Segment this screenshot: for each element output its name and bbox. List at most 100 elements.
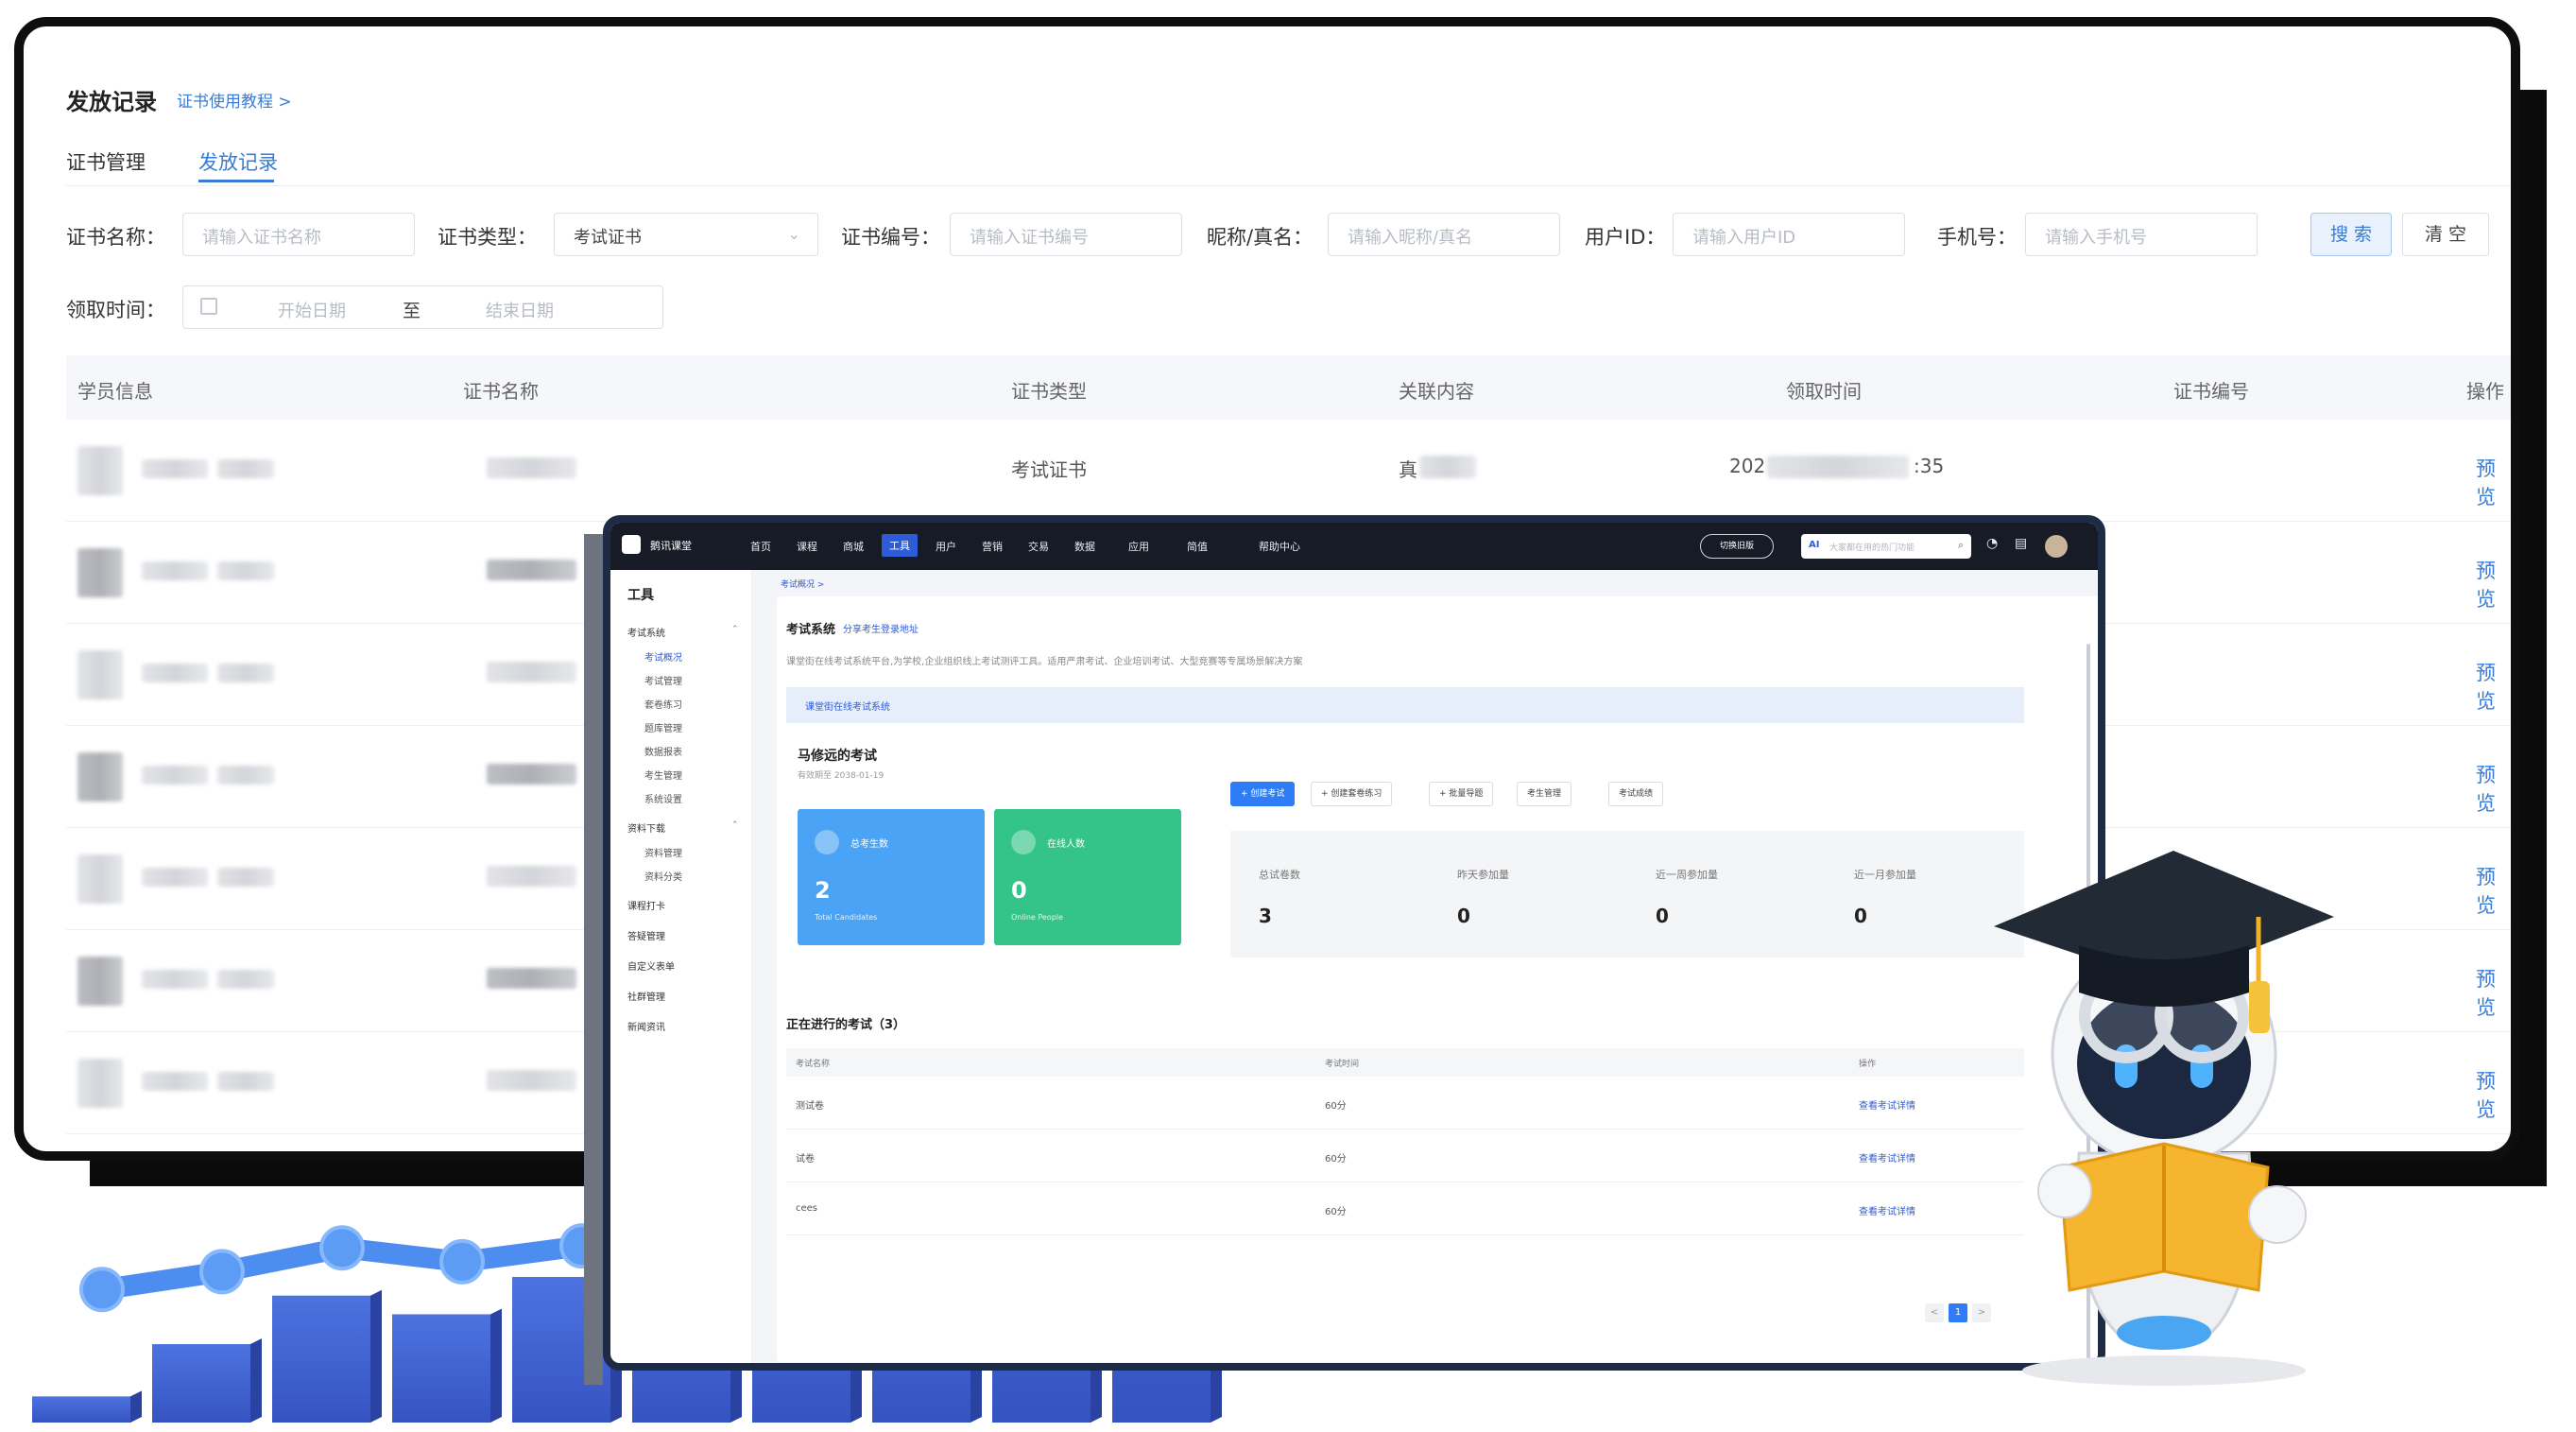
search-icon: ⌕: [1957, 539, 1964, 551]
exam-time: 60分: [1325, 1154, 1347, 1165]
kpi-panel: 总试卷数 3 昨天参加量 0 近一周参加量 0 近一月参加量 0: [1230, 831, 2024, 958]
nav-mall[interactable]: 商城: [843, 539, 864, 554]
main-content: 考试概况 > 考试系统 分享考生登录地址 课堂街在线考试系统平台,为学校,企业组…: [752, 570, 2098, 1363]
kpi-label: 近一月参加量: [1854, 869, 1916, 881]
sidebar-item[interactable]: 数据报表: [644, 744, 682, 758]
kpi-label: 总试卷数: [1259, 869, 1300, 881]
robot-hand-right: [2248, 1185, 2307, 1244]
kpi-value: 0: [1656, 905, 1669, 927]
trend-point: [319, 1225, 365, 1271]
exam-name: 试卷: [796, 1154, 815, 1165]
stat-label: 在线人数: [1047, 839, 1085, 850]
stat-sub: Total Candidates: [815, 913, 878, 922]
sidebar-group[interactable]: 答疑管理: [627, 928, 665, 942]
view-exam-link[interactable]: 查看考试详情: [1859, 1097, 1915, 1112]
global-search-input[interactable]: AI 大家都在用的热门功能 ⌕: [1801, 534, 1971, 559]
system-banner: 课堂街在线考试系统: [786, 687, 2024, 723]
bar: [32, 1396, 130, 1423]
sidebar-item[interactable]: 考生管理: [644, 768, 682, 782]
nav-home[interactable]: 首页: [750, 539, 771, 554]
chevron-up-icon[interactable]: ⌃: [731, 625, 739, 634]
user-icon: [1011, 830, 1036, 854]
nav-data[interactable]: 数据: [1074, 539, 1095, 554]
exam-scores-button[interactable]: 考试成绩: [1608, 782, 1664, 806]
nav-trade[interactable]: 交易: [1028, 539, 1049, 554]
nav-course[interactable]: 课程: [797, 539, 817, 554]
bar: [392, 1314, 490, 1423]
robot-foot: [2117, 1316, 2211, 1350]
user-icon: [815, 830, 839, 854]
batch-import-button[interactable]: + 批量导题: [1429, 782, 1494, 806]
kpi-value: 3: [1259, 905, 1272, 927]
view-exam-link[interactable]: 查看考试详情: [1859, 1203, 1915, 1217]
robot-mascot: [1994, 851, 2334, 1386]
sidebar-item[interactable]: 资料分类: [644, 869, 682, 883]
create-exam-button[interactable]: + 创建考试: [1230, 782, 1296, 806]
nav-apps[interactable]: 应用: [1128, 539, 1149, 554]
sidebar-group[interactable]: 课程打卡: [627, 898, 665, 912]
stat-sub: Online People: [1011, 913, 1063, 922]
share-login-link[interactable]: 分享考生登录地址: [843, 621, 919, 635]
sidebar-item[interactable]: 资料管理: [644, 845, 682, 859]
stat-value: 2: [815, 877, 831, 904]
exam-name: cees: [796, 1203, 818, 1214]
switch-old-version-button[interactable]: 切换旧版: [1700, 534, 1774, 559]
sidebar-item[interactable]: 题库管理: [644, 720, 682, 734]
ai-badge: AI: [1809, 540, 1820, 550]
search-placeholder: 大家都在用的热门功能: [1829, 543, 1915, 553]
stat-total-candidates: 总考生数 2 Total Candidates: [798, 809, 985, 945]
stat-value: 0: [1011, 877, 1027, 904]
col-exam-name: 考试名称: [796, 1060, 831, 1069]
trend-point: [439, 1238, 485, 1285]
exam-time: 60分: [1325, 1207, 1347, 1217]
layout-icon[interactable]: ▤: [2015, 536, 2027, 551]
candidate-mgmt-button[interactable]: 考生管理: [1517, 782, 1572, 806]
sidebar-group[interactable]: 新闻资讯: [627, 1019, 665, 1033]
bar: [152, 1344, 250, 1423]
composite-stage: 发放记录 证书使用教程 > 证书管理 发放记录 证书名称： 请输入证书名称 证书…: [0, 0, 2576, 1432]
banner-text: 课堂街在线考试系统: [805, 702, 890, 713]
create-practice-button[interactable]: + 创建套卷练习: [1311, 782, 1393, 806]
sidebar-item[interactable]: 考试概况: [644, 649, 682, 664]
prev-page-button[interactable]: <: [1925, 1303, 1944, 1322]
table-row: cees 60分 查看考试详情: [786, 1182, 2024, 1235]
nav-marketing[interactable]: 营销: [982, 539, 1003, 554]
nav-help[interactable]: 帮助中心: [1259, 539, 1300, 554]
page-1-button[interactable]: 1: [1949, 1303, 1967, 1322]
view-exam-link[interactable]: 查看考试详情: [1859, 1150, 1915, 1165]
breadcrumb[interactable]: 考试概况 >: [781, 578, 824, 590]
robot-shadow: [2022, 1355, 2306, 1386]
nav-users[interactable]: 用户: [936, 539, 956, 554]
brand-name: 鹅讯课堂: [650, 540, 692, 552]
sidebar-item[interactable]: 套卷练习: [644, 697, 682, 711]
sidebar-item[interactable]: 系统设置: [644, 791, 682, 805]
stat-online-people: 在线人数 0 Online People: [994, 809, 1181, 945]
system-description: 课堂街在线考试系统平台,为学校,企业组织线上考试测评工具。适用严肃考试、企业培训…: [786, 657, 1303, 667]
trend-point: [79, 1267, 125, 1313]
chevron-up-icon[interactable]: ⌃: [731, 820, 739, 830]
nav-tools[interactable]: 工具: [882, 534, 918, 557]
ongoing-exams-title: 正在进行的考试（3）: [786, 1018, 906, 1032]
bar-side: [250, 1338, 262, 1423]
exam-overview-card: 考试系统 分享考生登录地址 课堂街在线考试系统平台,为学校,企业组织线上考试测评…: [777, 596, 2098, 1362]
sidebar-group[interactable]: 考试系统: [627, 625, 665, 639]
sidebar-item[interactable]: 考试管理: [644, 673, 682, 687]
sidebar-group[interactable]: 自定义表单: [627, 958, 675, 973]
bell-icon[interactable]: ◔: [1986, 536, 1998, 551]
col-exam-time: 考试时间: [1325, 1060, 1360, 1069]
exam-system-window: 鹅讯课堂 首页 课程 商城 工具 用户 营销 交易 数据 应用 简值 帮助中心 …: [603, 515, 2105, 1371]
kpi-value: 0: [1457, 905, 1470, 927]
exam-title: 马修远的考试: [798, 749, 877, 764]
sidebar-group[interactable]: 社群管理: [627, 989, 665, 1003]
sidebar-group[interactable]: 资料下载: [627, 820, 665, 835]
kpi-value: 0: [1854, 905, 1867, 927]
trend-point: [199, 1249, 245, 1295]
app-logo: [622, 535, 641, 554]
cap-tassel: [2249, 981, 2270, 1033]
bar-side: [130, 1390, 142, 1423]
bar-side: [370, 1289, 382, 1423]
avatar[interactable]: [2045, 535, 2068, 558]
exam-time: 60分: [1325, 1101, 1347, 1112]
nav-value[interactable]: 简值: [1187, 539, 1208, 554]
bar: [272, 1295, 370, 1423]
